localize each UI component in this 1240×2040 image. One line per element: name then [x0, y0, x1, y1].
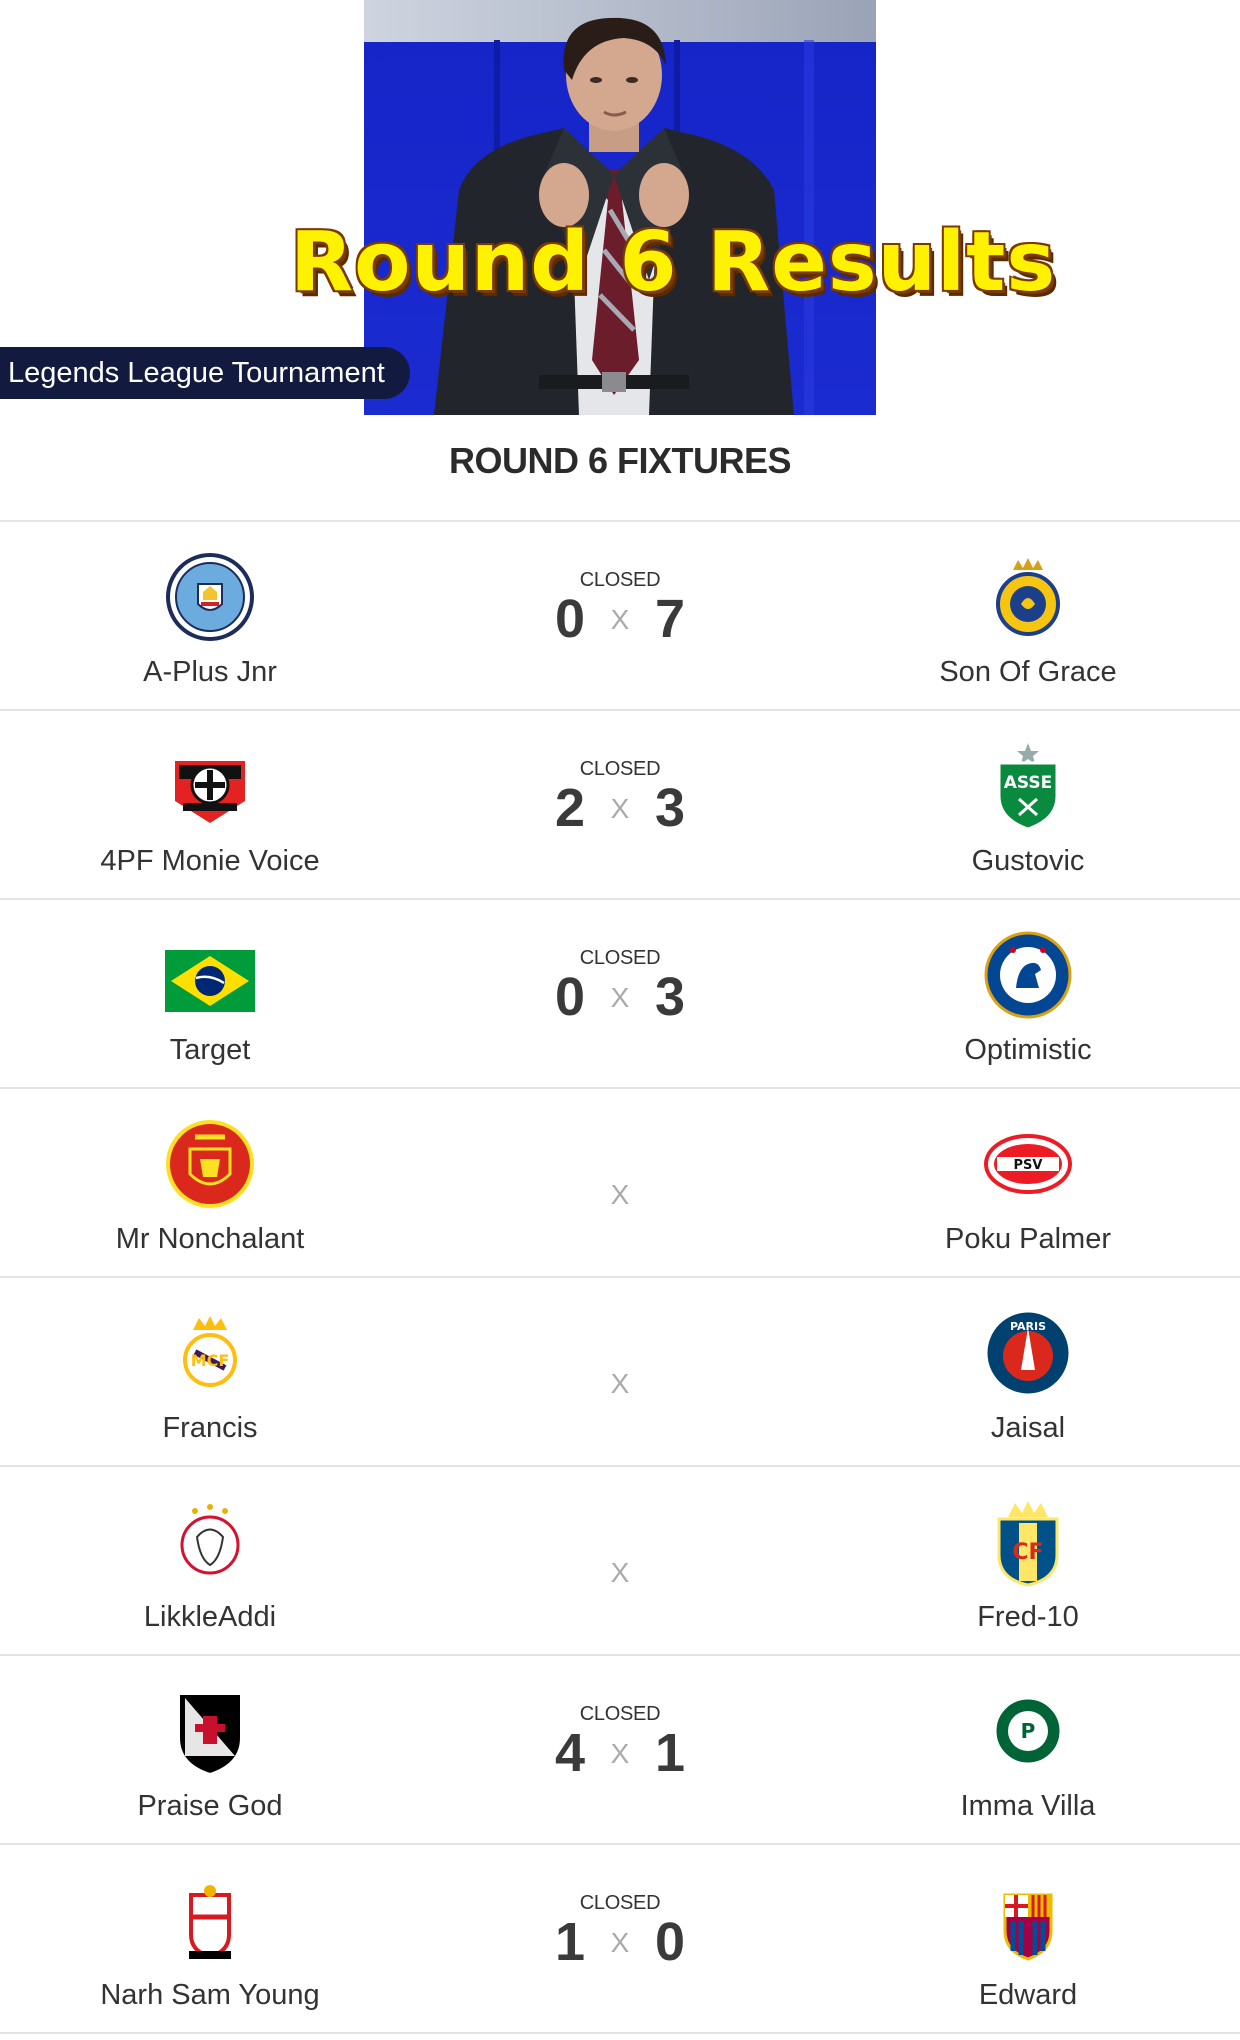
score-box: X	[500, 1089, 740, 1278]
away-team[interactable]: ASSE Gustovic	[818, 711, 1238, 900]
home-team-name: Francis	[162, 1412, 258, 1444]
page-title: ROUND 6 FIXTURES	[448, 440, 792, 481]
fixtures-list: A-Plus Jnr CLOSED 0 X 7 Son Of Grace 4PF…	[0, 522, 1240, 2034]
match-status: CLOSED	[579, 1703, 661, 1725]
home-team-name: Narh Sam Young	[100, 1979, 320, 2011]
svg-text:PARIS: PARIS	[1010, 1320, 1046, 1333]
bayer-leverkusen-crest-icon	[165, 741, 255, 831]
league-badge: Legends League Tournament	[0, 347, 410, 399]
match-status: CLOSED	[579, 758, 661, 780]
ajax-crest-icon	[165, 1497, 255, 1587]
match-status: CLOSED	[579, 947, 661, 969]
away-team[interactable]: Edward	[818, 1845, 1238, 2034]
svg-text:ASSE: ASSE	[1004, 773, 1053, 793]
away-team-name: Edward	[978, 1979, 1078, 2011]
fixture-row[interactable]: Narh Sam Young CLOSED 1 X 0 Edward	[0, 1845, 1240, 2034]
home-team[interactable]: A-Plus Jnr	[0, 522, 420, 711]
home-team-name: LikkleAddi	[143, 1601, 277, 1633]
score-separator: X	[610, 1179, 630, 1210]
score-separator: X	[610, 1557, 630, 1588]
score-separator: X	[610, 1368, 630, 1399]
southampton-crest-icon	[165, 1875, 255, 1965]
banner-title: Round 6 Results	[290, 215, 1057, 310]
away-team-name: Jaisal	[990, 1412, 1066, 1444]
fixture-row[interactable]: Praise God CLOSED 4 X 1 P Imma Villa	[0, 1656, 1240, 1845]
home-team[interactable]: LikkleAddi	[0, 1467, 420, 1656]
away-team[interactable]: CF Fred-10	[818, 1467, 1238, 1656]
home-team[interactable]: Mr Nonchalant	[0, 1089, 420, 1278]
away-team-name: Optimistic	[964, 1034, 1092, 1066]
manchester-united-crest-icon	[165, 1119, 255, 1209]
away-team-name: Gustovic	[971, 845, 1085, 877]
home-team[interactable]: Narh Sam Young	[0, 1845, 420, 2034]
chelsea-crest-icon	[983, 930, 1073, 1020]
away-score: 3	[654, 778, 686, 838]
match-status: CLOSED	[579, 1892, 661, 1914]
score-box: CLOSED 0 X 3	[500, 900, 740, 1089]
away-team-name: Imma Villa	[960, 1790, 1096, 1822]
away-team[interactable]: Son Of Grace	[818, 522, 1238, 711]
manchester-city-crest-icon	[165, 552, 255, 642]
brazil-flag-icon	[165, 930, 255, 1020]
fixture-row[interactable]: 4PF Monie Voice CLOSED 2 X 3 ASSE Gustov…	[0, 711, 1240, 900]
svg-text:PSV: PSV	[1014, 1158, 1043, 1173]
barcelona-crest-icon	[983, 1875, 1073, 1965]
league-name: Legends League Tournament	[8, 357, 385, 389]
villarreal-crest-icon: CF	[983, 1497, 1073, 1587]
home-team-name: Target	[169, 1034, 251, 1066]
psv-crest-icon: PSV	[983, 1119, 1073, 1209]
home-team[interactable]: 4PF Monie Voice	[0, 711, 420, 900]
svg-text:MCF: MCF	[191, 1351, 230, 1370]
away-score: 7	[654, 589, 686, 649]
fixture-row[interactable]: Mr Nonchalant X PSV Poku Palmer	[0, 1089, 1240, 1278]
score-box: X	[500, 1278, 740, 1467]
home-team[interactable]: Praise God	[0, 1656, 420, 1845]
fixture-row[interactable]: Target CLOSED 0 X 3 Optimistic	[0, 900, 1240, 1089]
away-team[interactable]: P Imma Villa	[818, 1656, 1238, 1845]
away-score: 0	[654, 1912, 686, 1972]
home-team-name: A-Plus Jnr	[143, 656, 277, 688]
fixture-row[interactable]: A-Plus Jnr CLOSED 0 X 7 Son Of Grace	[0, 522, 1240, 711]
palmeiras-crest-icon: P	[983, 1686, 1073, 1776]
away-score: 1	[654, 1723, 686, 1783]
away-team[interactable]: Optimistic	[818, 900, 1238, 1089]
banner-image	[364, 0, 876, 415]
al-nassr-crest-icon	[983, 552, 1073, 642]
away-score: 3	[654, 967, 686, 1027]
fixture-row[interactable]: MCF Francis X PARIS Jaisal	[0, 1278, 1240, 1467]
real-madrid-crest-icon: MCF	[165, 1308, 255, 1398]
score-box: CLOSED 2 X 3	[500, 711, 740, 900]
home-team-name: Mr Nonchalant	[115, 1223, 305, 1255]
svg-text:P: P	[1021, 1719, 1036, 1743]
score-box: CLOSED 0 X 7	[500, 522, 740, 711]
saint-etienne-crest-icon: ASSE	[983, 741, 1073, 831]
score-box: CLOSED 4 X 1	[500, 1656, 740, 1845]
home-team[interactable]: Target	[0, 900, 420, 1089]
psg-crest-icon: PARIS	[983, 1308, 1073, 1398]
fixture-row[interactable]: LikkleAddi X CF Fred-10	[0, 1467, 1240, 1656]
score-box: X	[500, 1467, 740, 1656]
away-team[interactable]: PSV Poku Palmer	[818, 1089, 1238, 1278]
vasco-da-gama-crest-icon	[165, 1686, 255, 1776]
svg-text:CF: CF	[1012, 1540, 1043, 1565]
match-status: CLOSED	[579, 569, 661, 591]
banner: Round 6 Results Legends League Tournamen…	[0, 0, 1240, 415]
home-team-name: 4PF Monie Voice	[100, 845, 320, 877]
away-team-name: Son Of Grace	[939, 656, 1117, 688]
home-team-name: Praise God	[137, 1790, 283, 1822]
away-team-name: Poku Palmer	[944, 1223, 1111, 1255]
away-team-name: Fred-10	[977, 1601, 1079, 1633]
manager-figure	[434, 17, 794, 415]
home-team[interactable]: MCF Francis	[0, 1278, 420, 1467]
score-box: CLOSED 1 X 0	[500, 1845, 740, 2034]
away-team[interactable]: PARIS Jaisal	[818, 1278, 1238, 1467]
